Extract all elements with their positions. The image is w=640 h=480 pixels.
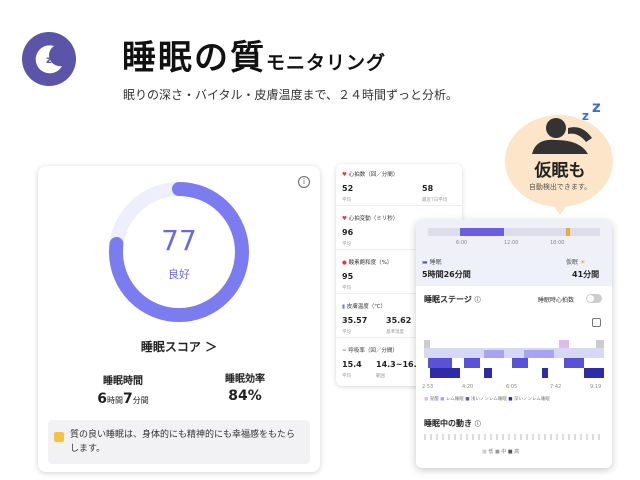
sleep-time-value: 6時間7分間	[97, 391, 149, 407]
thumbs-up-icon	[54, 432, 64, 442]
timeline-nap-block	[566, 228, 570, 236]
movement-legend: ■ 低 ■ 中 ■ 高	[482, 449, 520, 455]
hr-toggle-label: 睡眠時心拍数	[538, 297, 575, 304]
vital-title: ♥ 心拍数（回／分間）	[342, 172, 399, 178]
heart-pulse-icon: ♥	[342, 216, 347, 222]
sleep-score-card: i 77 良好 睡眠スコア ＞ 睡眠時間 6時間7分間 睡眠効率 84% 質の良…	[38, 166, 320, 472]
hr-toggle[interactable]	[586, 294, 602, 303]
expand-icon[interactable]	[592, 318, 601, 327]
vital-heart-rate[interactable]: ♥ 心拍数（回／分間） 52 平均 58 最近7日平均	[336, 164, 462, 206]
svg-text:z: z	[592, 98, 601, 116]
vital-title: ♥ 心拍変動（ミリ秒）	[342, 216, 399, 222]
nap-summary-label: 仮眠 ☀	[566, 259, 586, 266]
sleep-summary-label: ▬ 睡眠	[422, 259, 442, 266]
info-icon: ⓘ	[474, 297, 481, 304]
timeline-header	[416, 220, 612, 254]
info-icon: ⓘ	[474, 421, 481, 428]
score-label: 良好	[168, 268, 190, 281]
thermometer-icon: ▮	[342, 304, 346, 310]
sleep-detail-card: 6:00 12:00 18:00 ▬ 睡眠 5時間26分間 仮眠 ☀ 41分間 …	[416, 220, 612, 468]
page-subtitle: 眠りの深さ・バイタル・皮膚温度まで、２４時間ずっと分析。	[123, 88, 459, 102]
app-logo: z	[22, 32, 76, 86]
bed-icon: ▬	[422, 259, 428, 266]
efficiency-value: 84%	[228, 388, 262, 404]
vital-title: ≈ 呼吸率（回／分間）	[342, 348, 398, 354]
sleeping-person-icon: z z	[532, 98, 601, 154]
info-icon[interactable]: i	[298, 176, 310, 188]
timeline-sleep-block	[460, 228, 504, 236]
day-timeline[interactable]	[428, 228, 600, 236]
vital-title: ▮ 皮膚温度（℃）	[342, 304, 386, 310]
page-title-sub: モニタリング	[266, 52, 387, 74]
sleep-score-link[interactable]: 睡眠スコア ＞	[38, 338, 320, 355]
nap-icon: ☀	[579, 259, 586, 266]
sleep-summary: ▬ 睡眠 5時間26分間 仮眠 ☀ 41分間	[416, 254, 612, 286]
sleep-stage-chart	[424, 340, 604, 378]
score-value: 77	[161, 224, 197, 257]
stages-title: 睡眠ステージ ⓘ	[424, 295, 481, 304]
nap-bubble-tail	[553, 205, 567, 215]
tip-box: 質の良い睡眠は、身体的にも精神的にも幸福感をもたらします。	[48, 420, 310, 464]
movement-title: 睡眠中の動き ⓘ	[424, 419, 481, 428]
lungs-icon: ≈	[342, 348, 347, 354]
svg-text:z: z	[582, 109, 589, 123]
drop-icon: ●	[342, 260, 347, 266]
tip-text: 質の良い睡眠は、身体的にも精神的にも幸福感をもたらします。	[70, 430, 296, 454]
heart-icon: ♥	[342, 172, 347, 178]
movement-bar	[424, 434, 602, 440]
nap-caption: 自動検出できます。	[528, 183, 592, 191]
vital-title: ● 酸素飽和度（%）	[342, 260, 393, 266]
nap-title: 仮眠も	[534, 161, 586, 181]
svg-text:z: z	[46, 55, 52, 66]
sleep-time-label: 睡眠時間	[103, 376, 143, 387]
page-title: 睡眠の質モニタリング	[122, 38, 387, 78]
stage-legend: ■ 覚醒 ■ レム睡眠 ■ 浅いノンレム睡眠 ■ 深いノンレム睡眠	[424, 397, 550, 402]
efficiency-label: 睡眠効率	[225, 374, 265, 385]
moon-icon: z	[35, 45, 62, 74]
